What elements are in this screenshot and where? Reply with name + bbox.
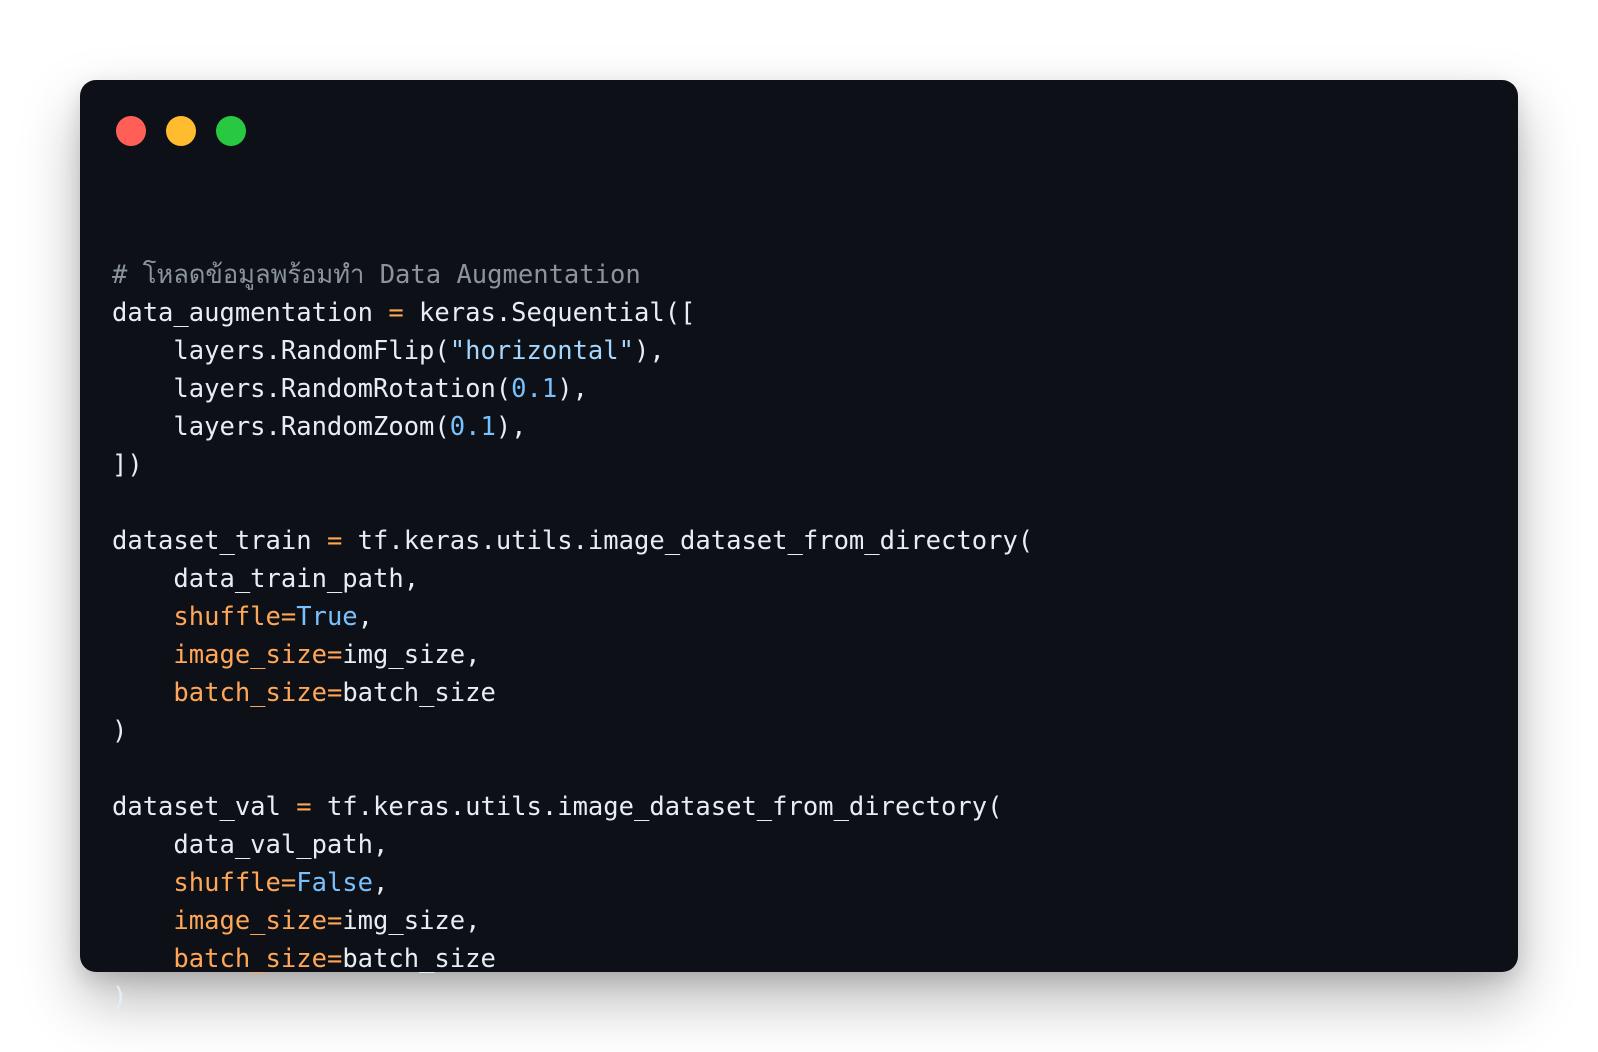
code-line: data_val_path,: [112, 826, 1033, 864]
code-token-plain: ): [112, 982, 128, 1012]
code-token-param: batch_size=: [173, 678, 343, 708]
code-token-param: shuffle=: [173, 868, 297, 898]
code-line: shuffle=False,: [112, 864, 1033, 902]
code-token-plain: layers.RandomZoom(: [112, 412, 450, 442]
code-token-plain: tf.keras.utils.image_dataset_from_direct…: [311, 792, 1003, 822]
code-token-plain: img_size,: [342, 640, 481, 670]
code-line: layers.RandomRotation(0.1),: [112, 370, 1033, 408]
code-block: # โหลดข้อมูลพร้อมทำ Data Augmentation dat…: [112, 256, 1033, 1016]
code-token-op: =: [296, 792, 312, 822]
code-token-param: shuffle=: [173, 602, 297, 632]
code-token-plain: tf.keras.utils.image_dataset_from_direct…: [342, 526, 1034, 556]
code-line: shuffle=True,: [112, 598, 1033, 636]
code-token-plain: batch_size: [342, 678, 496, 708]
code-token-plain: ,: [357, 602, 374, 632]
code-token-plain: data_val_path,: [112, 830, 389, 860]
code-token-plain: ,: [373, 868, 389, 898]
code-line: dataset_train = tf.keras.utils.image_dat…: [112, 522, 1033, 560]
window-controls: [116, 116, 246, 146]
code-line: ): [112, 712, 1033, 750]
code-token-num: 0.1: [449, 412, 496, 442]
code-token-plain: batch_size: [342, 944, 496, 974]
code-line: batch_size=batch_size: [112, 674, 1033, 712]
code-line: dataset_val = tf.keras.utils.image_datas…: [112, 788, 1033, 826]
code-line: # โหลดข้อมูลพร้อมทำ Data Augmentation: [112, 256, 1033, 294]
code-line: ]): [112, 446, 1033, 484]
code-token-plain: dataset_train: [112, 526, 327, 556]
code-line: image_size=img_size,: [112, 902, 1033, 940]
code-token-plain: ]): [112, 450, 143, 480]
code-token-kw: True: [296, 602, 358, 632]
code-token-plain: layers.RandomRotation(: [112, 374, 512, 404]
code-line: layers.RandomZoom(0.1),: [112, 408, 1033, 446]
code-window: # โหลดข้อมูลพร้อมทำ Data Augmentation dat…: [80, 80, 1518, 1012]
code-token-op: =: [388, 298, 404, 328]
maximize-dot-icon[interactable]: [216, 116, 246, 146]
code-token-plain: ): [112, 716, 128, 746]
code-token-plain: img_size,: [342, 906, 481, 936]
code-token-str: "horizontal": [449, 336, 634, 366]
code-token-plain: data_train_path,: [112, 564, 420, 594]
code-token-param: image_size=: [173, 906, 343, 936]
code-token-plain: ),: [634, 336, 665, 366]
code-token-plain: data_augmentation: [112, 298, 389, 328]
code-token-num: 0.1: [511, 374, 558, 404]
code-token-plain: keras.Sequential([: [403, 298, 696, 328]
code-line: batch_size=batch_size: [112, 940, 1033, 978]
code-token-plain: layers.RandomFlip(: [112, 336, 450, 366]
code-token-param: image_size=: [173, 640, 343, 670]
code-token-op: =: [326, 526, 343, 556]
code-token-kw: False: [296, 868, 374, 898]
code-line: layers.RandomFlip("horizontal"),: [112, 332, 1033, 370]
code-token-plain: ),: [495, 412, 527, 442]
code-line: ): [112, 978, 1033, 1016]
code-line: image_size=img_size,: [112, 636, 1033, 674]
code-token-comment: # โหลดข้อมูลพร้อมทำ Data Augmentation: [112, 260, 641, 290]
code-token-param: batch_size=: [173, 944, 343, 974]
close-dot-icon[interactable]: [116, 116, 146, 146]
code-token-plain: ),: [557, 374, 588, 404]
minimize-dot-icon[interactable]: [166, 116, 196, 146]
code-line: data_augmentation = keras.Sequential([: [112, 294, 1033, 332]
code-token-plain: dataset_val: [112, 792, 297, 822]
code-line: data_train_path,: [112, 560, 1033, 598]
